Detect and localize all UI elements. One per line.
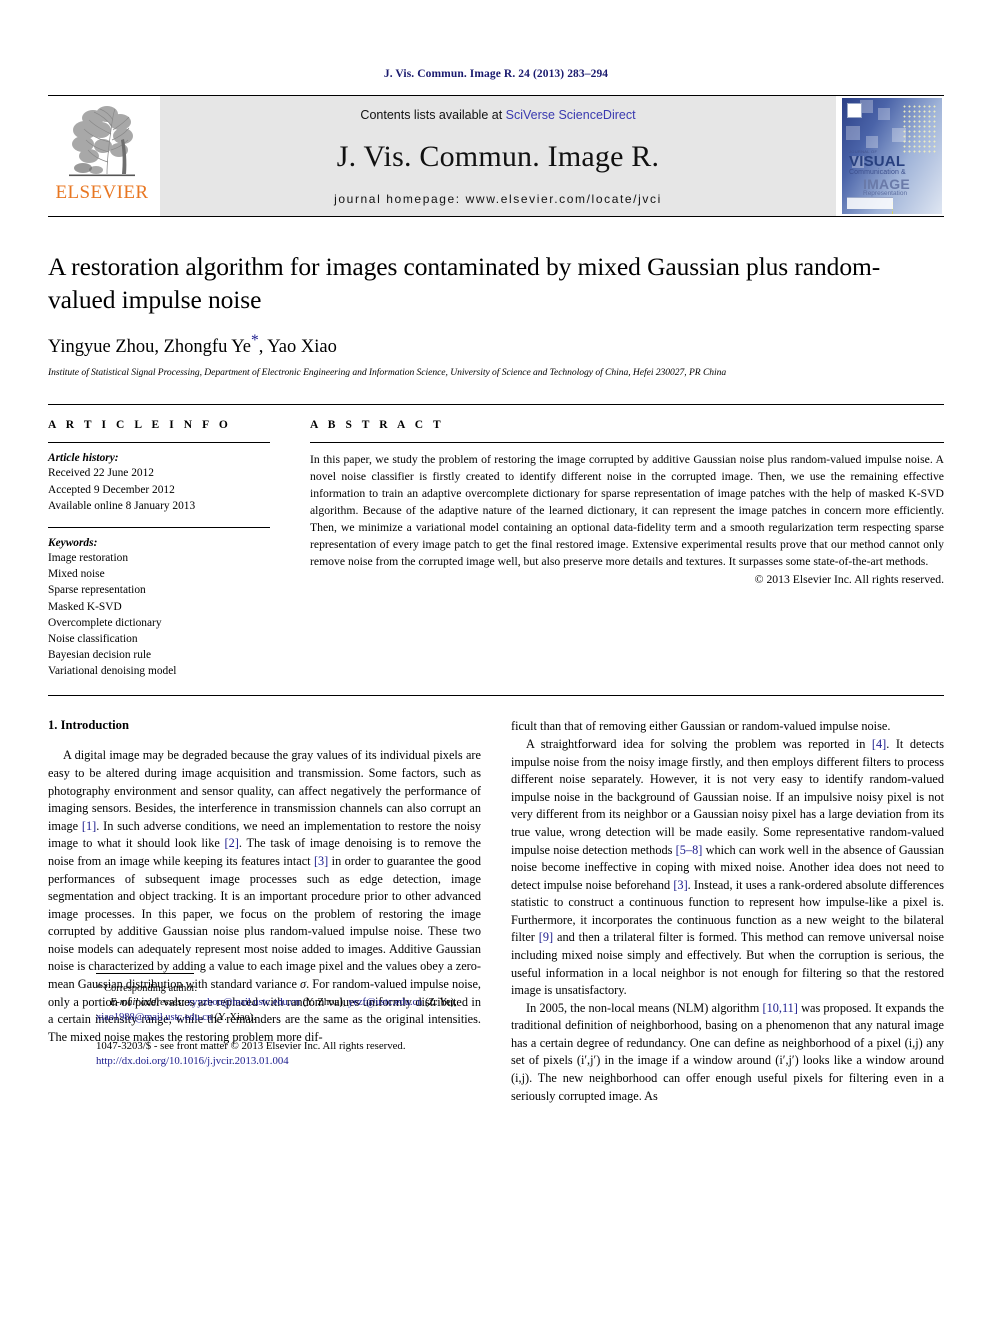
contents-available-line: Contents lists available at SciVerse Sci…: [360, 108, 635, 122]
body-columns: 1. Introduction A digital image may be d…: [48, 718, 944, 1105]
article-history-accepted: Accepted 9 December 2012: [48, 483, 175, 496]
article-history-online: Available online 8 January 2013: [48, 499, 196, 512]
paper-page: J. Vis. Commun. Image R. 24 (2013) 283–2…: [0, 0, 992, 1323]
article-info-column: A R T I C L E I N F O Article history: R…: [48, 419, 296, 679]
abstract-copyright: © 2013 Elsevier Inc. All rights reserved…: [754, 573, 944, 587]
elsevier-wordmark: ELSEVIER: [55, 182, 149, 203]
email-link-zhou[interactable]: zyyzhou@mail.ustc.edu.cn: [188, 997, 301, 1008]
keywords-label: Keywords:: [48, 536, 98, 549]
cover-title-text: JOURNAL OF VISUAL Communication & IMAGE …: [849, 149, 910, 197]
email-link-xiao[interactable]: xiao1988@mail.ustc.edu.cn: [96, 1012, 212, 1023]
corresponding-author-marker: *: [251, 332, 259, 350]
email-label: E-mail addresses:: [110, 997, 185, 1009]
authors-tail: , Yao Xiao: [258, 337, 337, 358]
info-abstract-band: A R T I C L E I N F O Article history: R…: [48, 404, 944, 697]
elsevier-tree-icon: [63, 100, 141, 182]
issn-line: 1047-3203/$ - see front matter © 2013 El…: [96, 1039, 406, 1052]
text-run: in order to guarantee the good performan…: [48, 853, 481, 991]
section-heading-introduction: 1. Introduction: [48, 718, 129, 733]
journal-masthead: ELSEVIER Contents lists available at Sci…: [48, 95, 944, 216]
citation-ref-3b[interactable]: [3]: [673, 878, 687, 892]
keyword-item: Variational denoising model: [48, 665, 177, 678]
paragraph-intro-1-cont: ficult than that of removing either Gaus…: [511, 719, 891, 734]
corresponding-author-note: * Corresponding author.: [96, 981, 536, 996]
article-history-label: Article history:: [48, 452, 119, 465]
elsevier-logo: ELSEVIER: [48, 96, 156, 216]
text-run: In 2005, the non-local means (NLM) algor…: [526, 1000, 763, 1015]
body-column-right: ficult than that of removing either Gaus…: [511, 718, 944, 1105]
sciencedirect-link[interactable]: SciVerse ScienceDirect: [506, 108, 636, 122]
email-addresses-note: E-mail addresses: zyyzhou@mail.ustc.edu.…: [96, 996, 536, 1025]
citation-ref-10-11[interactable]: [10,11]: [763, 1001, 798, 1015]
citation-ref-1[interactable]: [1]: [82, 819, 96, 833]
abstract-column: A B S T R A C T In this paper, we study …: [296, 419, 944, 679]
cover-publisher-logo-icon: [847, 103, 862, 118]
cover-dot-pattern: [902, 104, 936, 154]
journal-cover-thumbnail: JOURNAL OF VISUAL Communication & IMAGE …: [840, 96, 944, 216]
paragraph-intro-3: In 2005, the non-local means (NLM) algor…: [511, 1000, 944, 1105]
keyword-item: Masked K-SVD: [48, 600, 122, 613]
email-name-ye: (Z. Ye),: [422, 997, 457, 1009]
text-run: . It detects impulse noise from the nois…: [511, 737, 944, 857]
article-info-rule: [48, 442, 270, 444]
email-name-xiao: (Y. Xiao).: [212, 1011, 256, 1023]
citation-ref-4[interactable]: [4]: [872, 737, 886, 751]
keyword-item: Mixed noise: [48, 568, 105, 581]
text-run: and then a trilateral filter is formed. …: [511, 930, 944, 998]
citation-ref-2[interactable]: [2]: [225, 836, 239, 850]
authors-head: Yingyue Zhou, Zhongfu Ye: [48, 337, 251, 358]
journal-homepage-link[interactable]: journal homepage: www.elsevier.com/locat…: [334, 192, 662, 206]
email-name-zhou: (Y. Zhou),: [300, 997, 349, 1009]
imprint-block: 1047-3203/$ - see front matter © 2013 El…: [96, 1039, 536, 1069]
doi-link[interactable]: http://dx.doi.org/10.1016/j.jvcir.2013.0…: [96, 1054, 536, 1069]
masthead-center: Contents lists available at SciVerse Sci…: [160, 96, 836, 216]
citation-ref-3[interactable]: [3]: [314, 854, 328, 868]
keyword-item: Bayesian decision rule: [48, 649, 152, 662]
journal-title: J. Vis. Commun. Image R.: [336, 140, 660, 173]
footnote-star-marker: *: [96, 981, 102, 994]
abstract-text: In this paper, we study the problem of r…: [310, 453, 944, 569]
keyword-item: Noise classification: [48, 632, 138, 645]
citation-ref-9[interactable]: [9]: [539, 930, 553, 944]
citation-ref-5-8[interactable]: [5–8]: [676, 843, 703, 857]
author-list: Yingyue Zhou, Zhongfu Ye*, Yao Xiao: [48, 332, 944, 358]
cover-line-2: VISUAL: [849, 153, 906, 171]
text-run: A straightforward idea for solving the p…: [526, 737, 872, 752]
article-history-received: Received 22 June 2012: [48, 467, 154, 480]
keywords-rule: [48, 526, 270, 528]
footnote-block: * Corresponding author. E-mail addresses…: [96, 972, 536, 1069]
footnote-rule: [96, 972, 194, 974]
corresponding-author-text: Corresponding author.: [104, 982, 198, 994]
keyword-item: Image restoration: [48, 551, 129, 564]
page-title: A restoration algorithm for images conta…: [48, 252, 881, 314]
title-block: A restoration algorithm for images conta…: [48, 251, 944, 378]
cover-line-4: IMAGE: [863, 175, 910, 192]
running-head: J. Vis. Commun. Image R. 24 (2013) 283–2…: [383, 68, 609, 80]
article-info-heading: A R T I C L E I N F O: [48, 419, 232, 432]
cover-footer-band: [847, 197, 893, 209]
masthead-bottom-rule: [48, 216, 944, 217]
body-column-left: 1. Introduction A digital image may be d…: [48, 718, 481, 1105]
email-link-ye[interactable]: yezf@ustc.edu.cn: [348, 997, 422, 1008]
paragraph-intro-2: A straightforward idea for solving the p…: [511, 736, 944, 1000]
abstract-rule: [310, 442, 944, 444]
keyword-item: Sparse representation: [48, 584, 146, 597]
abstract-heading: A B S T R A C T: [310, 419, 445, 432]
journal-cover-art: JOURNAL OF VISUAL Communication & IMAGE …: [842, 98, 942, 214]
keyword-item: Overcomplete dictionary: [48, 616, 162, 629]
text-run: was proposed. It expands the traditional…: [511, 1000, 944, 1103]
affiliation: Institute of Statistical Signal Processi…: [48, 367, 727, 379]
contents-prefix: Contents lists available at: [360, 108, 506, 122]
